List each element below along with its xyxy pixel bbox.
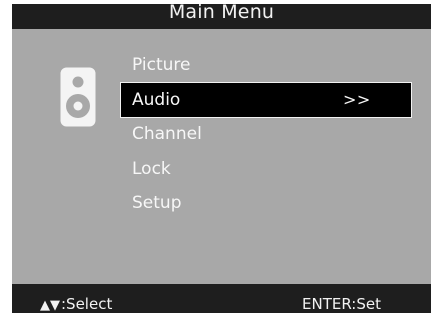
up-down-arrows-icon: ▲▼ xyxy=(40,298,60,313)
main-menu-window: Main Menu Picture Audio >> Channel Lock … xyxy=(12,4,431,313)
select-hint: ▲▼ :Select xyxy=(40,284,112,326)
menu-title: Main Menu xyxy=(168,4,275,23)
submenu-arrow-icon: >> xyxy=(343,89,371,109)
menu-list: Picture Audio >> Channel Lock Setup xyxy=(120,48,412,221)
menu-item-label: Audio xyxy=(132,89,181,110)
title-bar: Main Menu xyxy=(12,4,431,29)
menu-item-label: Picture xyxy=(132,55,191,75)
menu-item-label: Setup xyxy=(132,193,182,213)
enter-set-hint: ENTER:Set xyxy=(302,295,381,313)
menu-item-audio[interactable]: Audio >> xyxy=(120,81,412,118)
menu-item-channel[interactable]: Channel xyxy=(121,117,411,152)
menu-item-picture[interactable]: Picture xyxy=(121,48,411,83)
menu-item-setup[interactable]: Setup xyxy=(121,186,411,221)
footer-bar: ▲▼ :Select ENTER:Set xyxy=(12,284,431,313)
menu-content-panel: Picture Audio >> Channel Lock Setup xyxy=(12,29,431,284)
menu-item-lock[interactable]: Lock xyxy=(121,152,411,187)
menu-item-label: Lock xyxy=(132,158,171,179)
menu-item-label: Channel xyxy=(132,124,202,144)
speaker-icon xyxy=(60,67,96,127)
select-hint-label: :Select xyxy=(61,295,113,313)
